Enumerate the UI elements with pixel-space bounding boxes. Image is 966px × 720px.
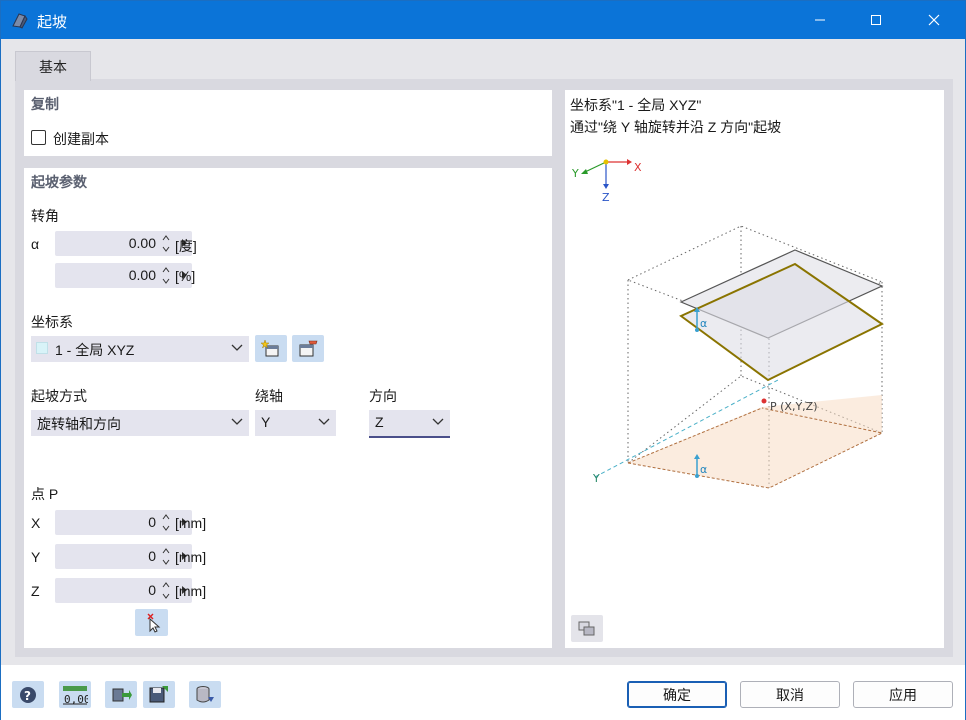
slope-diagram: X Y Z α P (X,Y,Z) Y α bbox=[571, 159, 884, 489]
minimize-button[interactable] bbox=[797, 1, 843, 39]
method-value: 旋转轴和方向 bbox=[37, 416, 121, 432]
diagram-y-axis-label: Y bbox=[592, 472, 600, 485]
x-label: X bbox=[31, 515, 41, 531]
alpha-degree-input[interactable]: 0.00 bbox=[55, 231, 192, 256]
alpha-percent-unit: [%] bbox=[175, 268, 196, 284]
direction-select[interactable]: Z bbox=[369, 410, 450, 438]
cancel-button[interactable]: 取消 bbox=[740, 681, 840, 708]
create-copy-label: 创建副本 bbox=[53, 131, 109, 147]
axis-x-label: X bbox=[634, 161, 642, 174]
chevron-down-icon bbox=[231, 418, 243, 425]
coord-system-label: 坐标系 bbox=[31, 314, 73, 330]
z-unit: [mm] bbox=[175, 583, 207, 599]
x-input[interactable]: 0 bbox=[55, 510, 192, 535]
edit-coord-icon bbox=[299, 340, 318, 356]
chevron-down-icon bbox=[318, 418, 330, 425]
close-button[interactable] bbox=[911, 1, 957, 39]
spin-arrows-icon bbox=[162, 582, 170, 599]
edit-coord-system-button[interactable] bbox=[292, 335, 324, 362]
spin-arrows-icon bbox=[162, 548, 170, 565]
z-value: 0 bbox=[148, 582, 156, 598]
svg-text:?: ? bbox=[24, 689, 31, 703]
help-button[interactable]: ? bbox=[12, 681, 44, 708]
y-input[interactable]: 0 bbox=[55, 544, 192, 569]
import-icon bbox=[112, 688, 132, 701]
units-button[interactable]: 0,00 bbox=[59, 681, 91, 708]
pick-point-button[interactable] bbox=[135, 609, 168, 636]
save-icon bbox=[149, 685, 168, 702]
view-options-icon bbox=[578, 621, 595, 635]
chevron-down-icon bbox=[432, 418, 444, 425]
alpha-lower-label: α bbox=[700, 463, 707, 476]
import-button[interactable] bbox=[105, 681, 137, 708]
new-coord-icon bbox=[260, 338, 279, 356]
alpha-percent-input[interactable]: 0.00 bbox=[55, 263, 192, 288]
pick-point-icon bbox=[147, 613, 160, 633]
z-label: Z bbox=[31, 583, 40, 599]
database-icon bbox=[196, 685, 214, 702]
alpha-degree-unit: [度] bbox=[175, 238, 197, 254]
x-value: 0 bbox=[148, 514, 156, 530]
title-bar: 起坡 bbox=[1, 1, 965, 39]
method-select[interactable]: 旋转轴和方向 bbox=[31, 410, 249, 436]
direction-label: 方向 bbox=[369, 388, 397, 404]
y-value: 0 bbox=[148, 548, 156, 564]
direction-value: Z bbox=[375, 414, 384, 430]
maximize-button[interactable] bbox=[853, 1, 899, 39]
copy-section-title: 复制 bbox=[31, 96, 59, 112]
preview-options-button[interactable] bbox=[571, 615, 603, 642]
copy-panel: 复制 创建副本 bbox=[24, 90, 552, 156]
params-panel: 起坡参数 转角 α 0.00 [度] 0.00 [%] 坐标系 1 - 全局 X… bbox=[24, 168, 552, 648]
spin-arrows-icon bbox=[162, 514, 170, 531]
minimize-icon bbox=[815, 19, 825, 21]
axis-value: Y bbox=[261, 414, 271, 430]
point-p-marker-label: P (X,Y,Z) bbox=[770, 400, 818, 413]
rotation-label: 转角 bbox=[31, 208, 59, 224]
y-unit: [mm] bbox=[175, 549, 207, 565]
axis-label: 绕轴 bbox=[255, 388, 283, 404]
axis-z-label: Z bbox=[602, 191, 610, 204]
slope-app-icon bbox=[12, 13, 28, 29]
tab-basic[interactable]: 基本 bbox=[15, 51, 91, 81]
preview-panel: 坐标系"1 - 全局 XYZ" 通过"绕 Y 轴旋转并沿 Z 方向"起坡 X Y… bbox=[565, 90, 944, 648]
axis-y-label: Y bbox=[571, 167, 579, 180]
chevron-down-icon bbox=[231, 344, 243, 351]
database-button[interactable] bbox=[189, 681, 221, 708]
create-copy-checkbox[interactable] bbox=[31, 130, 46, 145]
ok-button[interactable]: 确定 bbox=[627, 681, 727, 708]
coord-color-swatch bbox=[36, 342, 48, 354]
coord-system-value: 1 - 全局 XYZ bbox=[55, 342, 135, 358]
axis-triad: X Y Z bbox=[571, 159, 642, 204]
alpha-percent-value: 0.00 bbox=[128, 267, 156, 283]
spin-arrows-icon bbox=[162, 267, 170, 284]
spin-arrows-icon bbox=[162, 235, 170, 252]
x-unit: [mm] bbox=[175, 515, 207, 531]
dialog-window: 起坡 基本 复制 创建副本 起坡参数 转角 α 0.00 [度] 0.00 [%… bbox=[0, 0, 966, 720]
save-button[interactable] bbox=[143, 681, 175, 708]
axis-select[interactable]: Y bbox=[255, 410, 336, 436]
close-icon bbox=[928, 14, 940, 26]
alpha-upper-label: α bbox=[700, 317, 707, 330]
point-p-label: 点 P bbox=[31, 486, 59, 502]
coord-system-select[interactable]: 1 - 全局 XYZ bbox=[31, 336, 249, 362]
y-label: Y bbox=[31, 549, 41, 565]
units-icon: 0,00 bbox=[63, 685, 88, 706]
alpha-symbol: α bbox=[31, 236, 40, 252]
maximize-icon bbox=[871, 15, 881, 25]
window-title: 起坡 bbox=[37, 14, 68, 31]
apply-button[interactable]: 应用 bbox=[853, 681, 953, 708]
help-icon: ? bbox=[20, 686, 36, 703]
params-section-title: 起坡参数 bbox=[31, 174, 87, 190]
z-input[interactable]: 0 bbox=[55, 578, 192, 603]
new-coord-system-button[interactable] bbox=[255, 335, 287, 362]
projected-plane bbox=[628, 395, 882, 488]
method-label: 起坡方式 bbox=[31, 388, 87, 404]
alpha-degree-value: 0.00 bbox=[128, 235, 156, 251]
